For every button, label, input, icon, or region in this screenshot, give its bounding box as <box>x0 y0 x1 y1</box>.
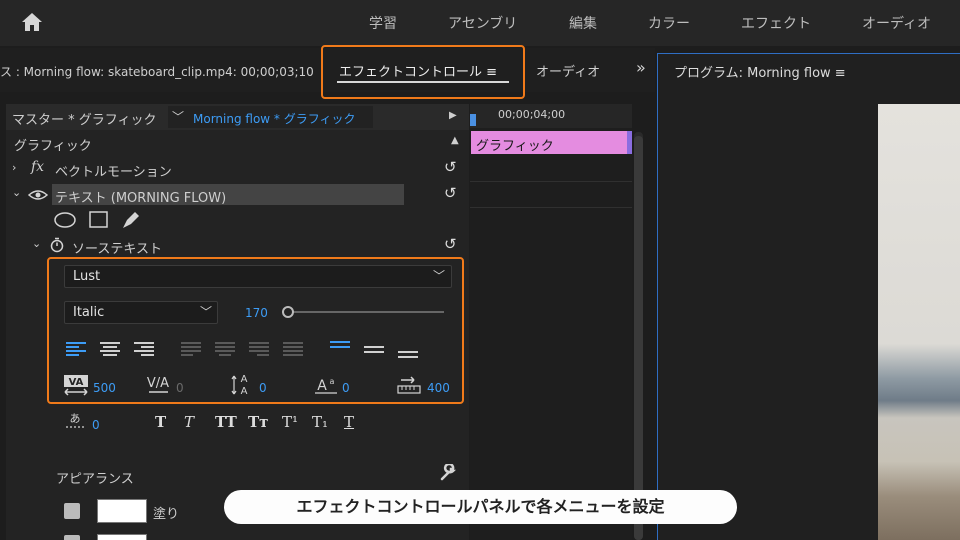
tracking-icon[interactable]: V/A <box>146 374 172 396</box>
program-video-frame <box>878 104 960 540</box>
playhead-marker[interactable] <box>470 114 476 126</box>
stopwatch-icon[interactable] <box>50 237 64 253</box>
chevron-down-icon[interactable]: ﹀ <box>433 267 445 284</box>
align-right-icon[interactable] <box>134 341 154 357</box>
shape-tools <box>54 211 139 228</box>
caption-text: エフェクトコントロールパネルで各メニューを設定 <box>296 497 665 516</box>
all-caps-icon[interactable]: TT <box>215 413 237 431</box>
timeline-row-divider <box>470 181 632 182</box>
play-triangle-icon[interactable]: ▶ <box>449 110 457 121</box>
rectangle-mask-icon[interactable] <box>89 211 108 228</box>
master-clip-label[interactable]: マスター * グラフィック <box>12 109 157 128</box>
reset-icon[interactable]: ↺ <box>444 235 457 253</box>
effect-timeline <box>470 104 632 540</box>
fill-label: 塗り <box>153 507 180 522</box>
tab-audio-clip-mixer[interactable]: オーディオ <box>536 61 600 80</box>
align-left-icon[interactable] <box>66 341 86 357</box>
font-family-dropdown[interactable] <box>64 265 452 288</box>
baseline-shift-value[interactable]: 0 <box>342 381 350 395</box>
wrench-icon[interactable] <box>439 464 457 482</box>
svg-text:A: A <box>317 378 327 394</box>
align-middle-icon[interactable] <box>364 341 384 357</box>
svg-text:あ: あ <box>70 412 81 425</box>
collapse-chevron-icon[interactable]: ⌄ <box>32 237 41 250</box>
leading-icon[interactable]: A A <box>230 372 254 396</box>
font-style-value: Italic <box>73 305 105 320</box>
scrollbar-thumb[interactable] <box>634 136 643 540</box>
subscript-icon[interactable]: T₁ <box>312 413 328 431</box>
justify-left-icon[interactable] <box>181 341 201 357</box>
justify-all-icon[interactable] <box>283 341 303 357</box>
clip-selector-label: Morning flow * グラフィック <box>193 112 356 126</box>
chevron-down-icon[interactable]: ﹀ <box>172 108 184 125</box>
svg-text:V/A: V/A <box>147 376 169 391</box>
workspace-tab-audio[interactable]: オーディオ <box>862 13 931 33</box>
appearance-section-label: アピアランス <box>56 472 134 487</box>
kerning-icon[interactable]: VA <box>63 374 89 396</box>
workspace-tab-effects[interactable]: エフェクト <box>741 13 811 33</box>
align-center-icon[interactable] <box>100 341 120 357</box>
tsume-value[interactable]: 400 <box>427 381 450 395</box>
workspace-tab-color[interactable]: カラー <box>648 13 690 33</box>
font-size-value[interactable]: 170 <box>245 306 268 320</box>
kerning-value[interactable]: 500 <box>93 381 116 395</box>
text-layer-label: テキスト (MORNING FLOW) <box>55 191 227 206</box>
expand-chevron-icon[interactable]: › <box>12 161 16 174</box>
source-text-label: ソーステキスト <box>72 242 162 257</box>
justify-right-icon[interactable] <box>249 341 269 357</box>
aki-value[interactable]: 0 <box>92 418 100 432</box>
font-family-value: Lust <box>73 269 101 284</box>
tracking-value[interactable]: 0 <box>176 381 184 395</box>
fill-checkbox[interactable] <box>64 503 80 519</box>
ellipse-mask-icon[interactable] <box>54 212 76 228</box>
workspace-tab-learn[interactable]: 学習 <box>369 13 397 33</box>
fx-icon[interactable]: fx <box>31 159 44 175</box>
vector-motion-label: ベクトルモーション <box>55 165 172 180</box>
fill-color-swatch[interactable] <box>97 499 147 523</box>
home-icon[interactable] <box>20 11 44 33</box>
justify-center-icon[interactable] <box>215 341 235 357</box>
reset-icon[interactable]: ↺ <box>444 158 457 176</box>
svg-text:VA: VA <box>69 377 84 388</box>
underline-icon[interactable]: T <box>344 413 354 431</box>
timeline-clip-label: グラフィック <box>476 139 554 154</box>
small-caps-icon[interactable]: Tт <box>248 413 268 431</box>
aki-icon[interactable]: あ <box>64 410 86 432</box>
workspace-tab-assembly[interactable]: アセンブリ <box>448 13 517 33</box>
reset-icon[interactable]: ↺ <box>444 184 457 202</box>
align-bottom-icon[interactable] <box>398 343 418 359</box>
timeline-timecode: 00;00;04;00 <box>498 108 566 121</box>
superscript-icon[interactable]: T¹ <box>282 413 298 431</box>
leading-value[interactable]: 0 <box>259 381 267 395</box>
stroke-checkbox[interactable] <box>64 535 80 540</box>
tab-effect-controls[interactable]: エフェクトコントロール ≡ <box>339 61 497 80</box>
workspace-tab-edit[interactable]: 編集 <box>569 13 597 33</box>
eye-icon[interactable] <box>28 189 48 201</box>
clip-end-handle[interactable] <box>627 131 632 154</box>
chevron-down-icon[interactable]: ﹀ <box>200 303 212 320</box>
font-size-slider-track[interactable] <box>282 311 444 313</box>
panel-overflow-icon[interactable]: » <box>636 58 646 77</box>
svg-text:A: A <box>241 374 248 385</box>
source-sequence-title: ス : Morning flow: skateboard_clip.mp4: 0… <box>0 65 314 79</box>
program-monitor-title[interactable]: プログラム: Morning flow ≡ <box>674 62 846 81</box>
faux-italic-icon[interactable]: T <box>184 413 194 431</box>
svg-text:a: a <box>330 377 335 386</box>
pen-mask-icon[interactable] <box>123 212 139 228</box>
stroke-color-swatch[interactable] <box>97 534 147 540</box>
section-graphic-label: グラフィック <box>14 139 92 154</box>
tsume-icon[interactable] <box>397 375 421 395</box>
collapse-up-icon[interactable]: ▲ <box>451 135 459 146</box>
faux-bold-icon[interactable]: T <box>155 413 166 431</box>
svg-text:A: A <box>241 386 248 396</box>
timeline-row-divider <box>470 207 632 208</box>
align-top-icon[interactable] <box>330 340 350 356</box>
active-tab-underline <box>337 81 509 83</box>
baseline-shift-icon[interactable]: A a <box>313 374 339 396</box>
collapse-chevron-icon[interactable]: ⌄ <box>12 186 21 199</box>
